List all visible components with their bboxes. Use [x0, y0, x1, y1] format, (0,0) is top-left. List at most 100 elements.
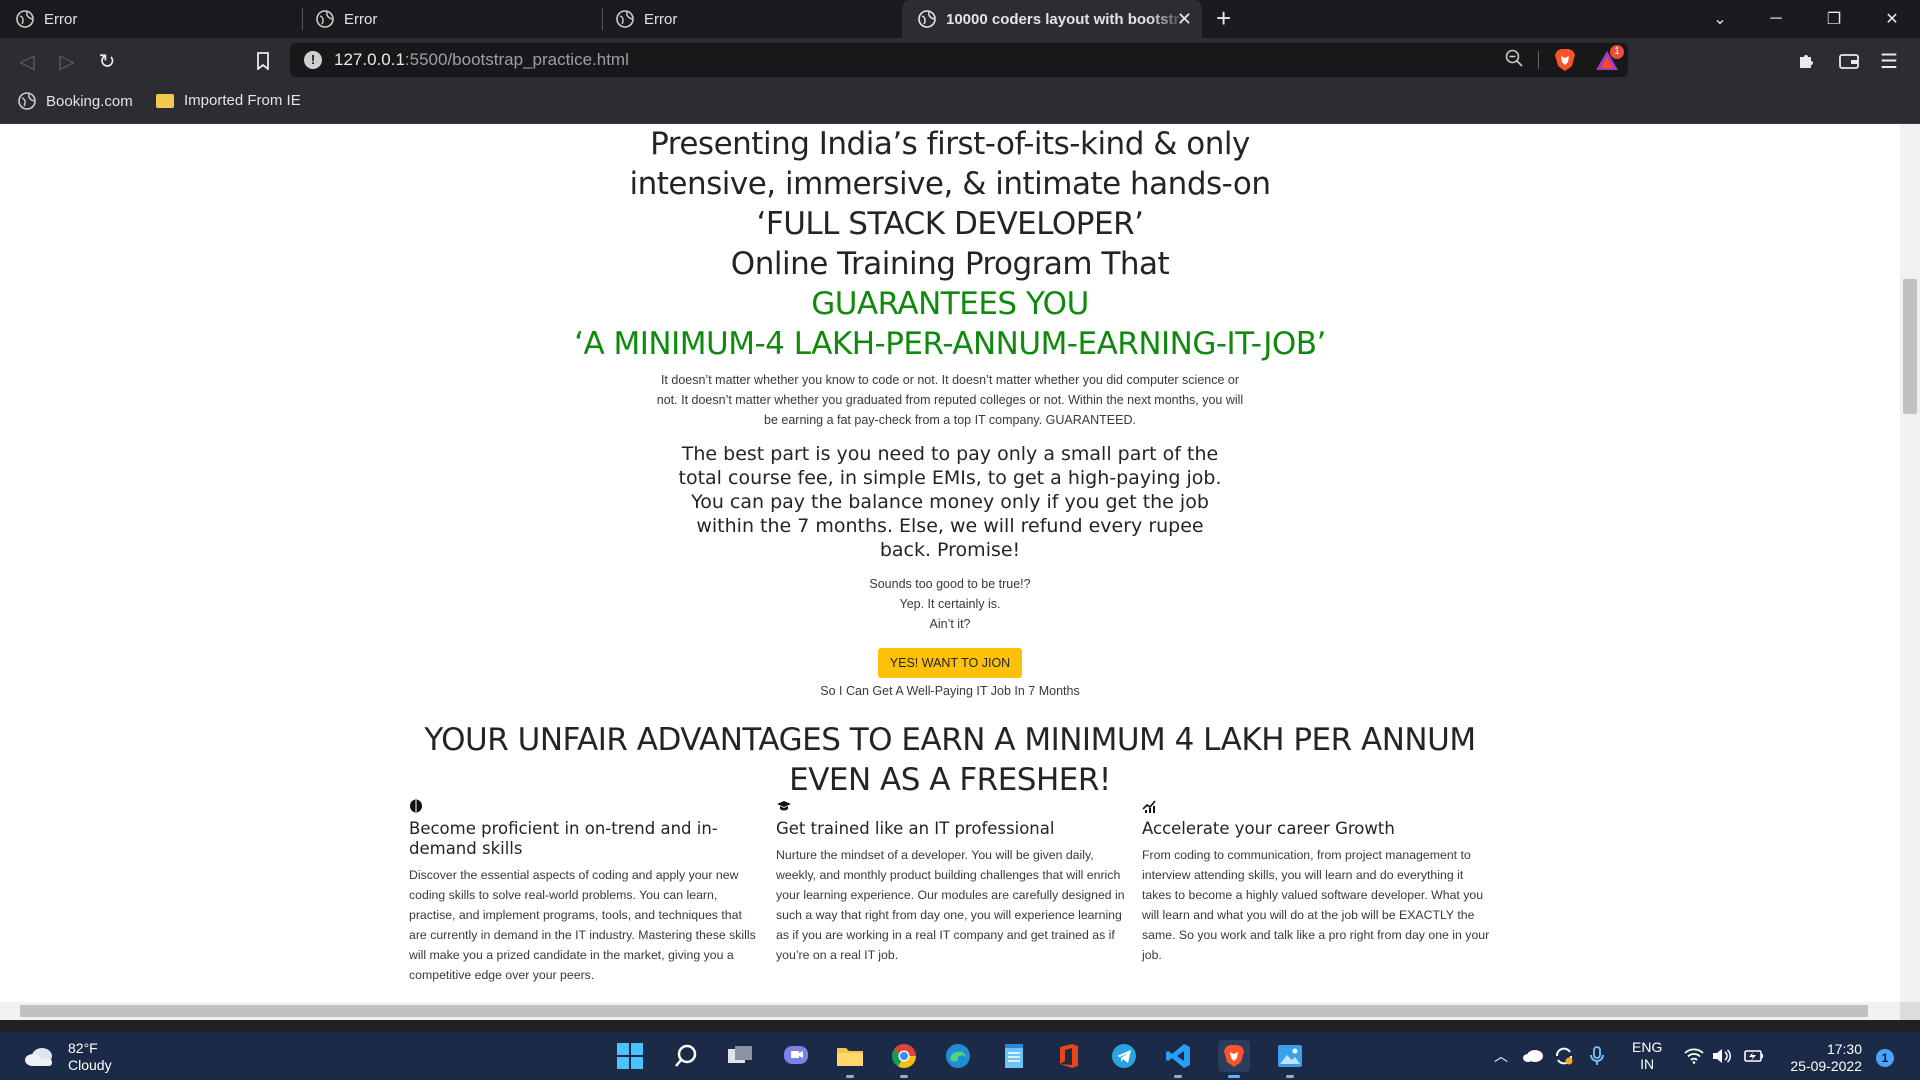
microphone-icon[interactable] — [1590, 1032, 1604, 1080]
clock-time: 17:30 — [1826, 1041, 1862, 1057]
volume-icon[interactable] — [1712, 1032, 1732, 1080]
start-icon[interactable] — [614, 1040, 646, 1072]
zoom-icon[interactable] — [1505, 49, 1523, 72]
battery-icon[interactable] — [1744, 1032, 1764, 1080]
feature-text: Discover the essential aspects of coding… — [409, 868, 756, 982]
minimize-button[interactable]: ─ — [1748, 0, 1804, 38]
scrollbar-thumb[interactable] — [1903, 279, 1917, 414]
tab-active[interactable]: 10000 coders layout with bootstra ✕ — [902, 0, 1202, 38]
brain-icon — [409, 799, 759, 817]
weather-desc: Cloudy — [68, 1057, 112, 1073]
hero-section: Presenting India’s first-of-its-kind & o… — [0, 124, 1900, 800]
feature-title: Get trained like an IT professional — [776, 819, 1055, 838]
feature-title: Become proficient in on-trend and in-dem… — [409, 819, 718, 858]
tab-search-dropdown-icon[interactable]: ⌄ — [1692, 0, 1748, 38]
weather-widget[interactable]: 82°F Cloudy — [24, 1040, 112, 1074]
advantages-title-line: EVEN AS A FRESHER! — [789, 762, 1111, 798]
bookmark-label: Imported From IE — [184, 92, 301, 109]
vertical-scrollbar[interactable] — [1900, 124, 1920, 1002]
wifi-icon[interactable] — [1684, 1032, 1704, 1080]
rewards-badge: 1 — [1610, 45, 1624, 59]
advantages-title-line: YOUR UNFAIR ADVANTAGES TO EARN A MINIMUM… — [424, 722, 1476, 758]
globe-icon — [316, 10, 334, 28]
show-hidden-icons[interactable]: ︿ — [1494, 1032, 1508, 1080]
question-line: Ain’t it? — [929, 617, 971, 631]
bookmark-label: Booking.com — [46, 92, 133, 110]
feature-text: Nurture the mindset of a developer. You … — [776, 848, 1125, 962]
bookmarks-bar: Booking.com Imported From IE — [0, 82, 1920, 124]
back-icon[interactable]: ◁ — [14, 48, 40, 74]
language-line: ENG — [1632, 1039, 1663, 1055]
tab-error-2[interactable]: Error — [300, 0, 600, 38]
page-viewport: Presenting India’s first-of-its-kind & o… — [0, 124, 1900, 1002]
globe-icon — [918, 10, 936, 28]
photos-icon[interactable] — [1274, 1040, 1306, 1078]
feature-card: Get trained like an IT professional Nurt… — [776, 799, 1126, 965]
brave-shields-icon[interactable] — [1554, 48, 1576, 72]
clock-date: 25-09-2022 — [1790, 1058, 1862, 1074]
question-line: Sounds too good to be true!? — [869, 577, 1031, 591]
file-explorer-icon[interactable] — [834, 1040, 866, 1078]
forward-icon[interactable]: ▷ — [54, 48, 80, 74]
bookmark-imported-folder[interactable]: Imported From IE — [156, 92, 301, 109]
vscode-icon[interactable] — [1162, 1040, 1194, 1078]
language-indicator[interactable]: ENG IN — [1632, 1032, 1662, 1080]
onedrive-icon[interactable] — [1522, 1032, 1544, 1080]
task-view-icon[interactable] — [724, 1040, 756, 1072]
notification-badge[interactable]: 1 — [1876, 1049, 1894, 1067]
feature-title: Accelerate your career Growth — [1142, 819, 1395, 838]
notepad-icon[interactable] — [998, 1040, 1030, 1072]
question-line: Yep. It certainly is. — [899, 597, 1001, 611]
edge-icon[interactable] — [942, 1040, 974, 1072]
chat-icon[interactable] — [780, 1040, 812, 1072]
tab-title: Error — [344, 10, 378, 28]
hero-guarantee-line: GUARANTEES YOU — [811, 286, 1089, 322]
hero-heading-line: intensive, immersive, & intimate hands-o… — [629, 166, 1271, 202]
telegram-icon[interactable] — [1108, 1040, 1140, 1072]
system-clock[interactable]: 17:30 25-09-2022 — [1780, 1041, 1862, 1075]
reload-icon[interactable]: ↻ — [94, 48, 120, 74]
site-info-icon[interactable]: ! — [304, 51, 322, 69]
address-bar[interactable]: ! 127.0.0.1:5500/bootstrap_practice.html… — [290, 43, 1628, 77]
tab-error-3[interactable]: Error — [600, 0, 900, 38]
tab-title: Error — [644, 10, 678, 28]
globe-icon — [16, 10, 34, 28]
windows-taskbar: 82°F Cloudy ︿ ENG IN 17:30 25-09-2022 1 — [0, 1032, 1920, 1080]
browser-toolbar: ◁ ▷ ↻ ! 127.0.0.1:5500/bootstrap_practic… — [0, 38, 1920, 82]
wallet-icon[interactable] — [1836, 48, 1862, 74]
close-window-button[interactable]: ✕ — [1864, 0, 1920, 38]
folder-icon — [156, 93, 174, 108]
feature-text: From coding to communication, from proje… — [1142, 848, 1490, 962]
globe-icon — [616, 10, 634, 28]
advantages-title: YOUR UNFAIR ADVANTAGES TO EARN A MINIMUM… — [0, 720, 1900, 800]
scrollbar-thumb[interactable] — [20, 1005, 1868, 1017]
horizontal-scrollbar[interactable] — [0, 1002, 1900, 1020]
close-tab-icon[interactable]: ✕ — [1177, 9, 1192, 30]
tab-title: 10000 coders layout with bootstra — [946, 10, 1186, 28]
restore-button[interactable]: ❐ — [1806, 0, 1862, 38]
intro-paragraph: It doesn’t matter whether you know to co… — [656, 373, 1244, 427]
url-text[interactable]: 127.0.0.1:5500/bootstrap_practice.html — [334, 50, 629, 70]
graduation-cap-icon — [776, 799, 1126, 817]
hero-heading-line: Online Training Program That — [730, 246, 1170, 282]
cloud-icon — [25, 1048, 52, 1066]
bookmark-booking[interactable]: Booking.com — [18, 92, 133, 110]
bookmark-icon[interactable] — [250, 48, 276, 74]
urlbar-divider — [1538, 51, 1539, 69]
chart-growth-icon — [1142, 799, 1492, 817]
chrome-icon[interactable] — [888, 1040, 920, 1078]
feature-card: Become proficient in on-trend and in-dem… — [409, 799, 759, 985]
brave-browser-icon[interactable] — [1218, 1040, 1250, 1078]
tab-error-1[interactable]: Error — [0, 0, 300, 38]
office-icon[interactable] — [1052, 1040, 1084, 1072]
hero-heading-line: Presenting India’s first-of-its-kind & o… — [650, 126, 1250, 162]
extensions-icon[interactable] — [1794, 48, 1820, 74]
cta-subtext: So I Can Get A Well-Paying IT Job In 7 M… — [820, 684, 1080, 698]
weather-temp: 82°F — [68, 1040, 98, 1056]
join-button[interactable]: YES! WANT TO JION — [877, 648, 1023, 678]
promise-paragraph: The best part is you need to pay only a … — [678, 443, 1222, 561]
search-icon[interactable] — [670, 1040, 702, 1072]
menu-icon[interactable]: ☰ — [1876, 48, 1902, 74]
new-tab-button[interactable]: + — [1216, 3, 1231, 34]
sync-icon[interactable] — [1554, 1032, 1574, 1080]
